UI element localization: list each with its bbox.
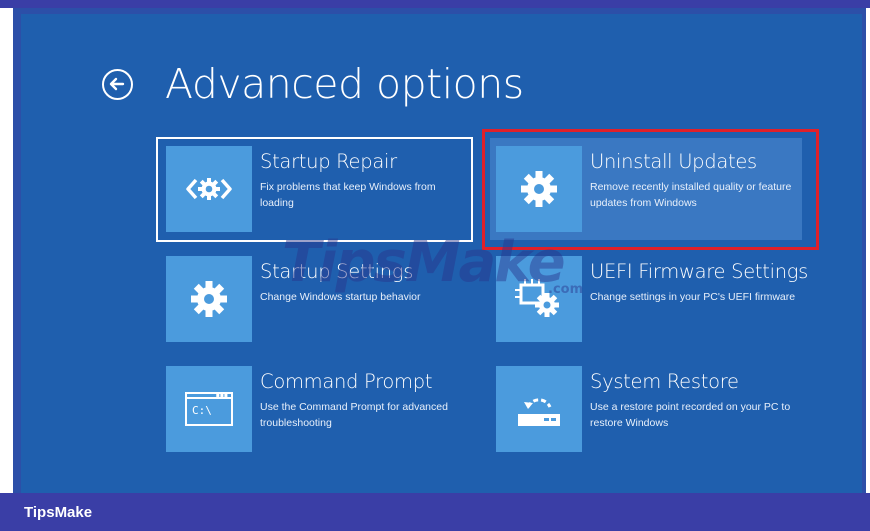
tile-system-restore[interactable]: System Restore Use a restore point recor…: [496, 366, 803, 456]
tile-title: UEFI Firmware Settings: [590, 260, 809, 283]
right-margin: [866, 8, 870, 493]
top-frame-bar: [0, 0, 870, 8]
tile-description: Use a restore point recorded on your PC …: [590, 401, 791, 429]
footer-bar: TipsMake: [0, 493, 870, 531]
tile-description: Use the Command Prompt for advanced trou…: [260, 401, 448, 429]
tile-startup-repair[interactable]: Startup Repair Fix problems that keep Wi…: [166, 146, 473, 236]
tile-description: Fix problems that keep Windows from load…: [260, 181, 436, 209]
tile-description: Change Windows startup behavior: [260, 291, 421, 303]
tile-uefi-firmware-settings[interactable]: UEFI Firmware Settings Change settings i…: [496, 256, 808, 346]
startup-repair-icon: [166, 146, 252, 232]
gear-icon: [166, 256, 252, 342]
tile-title: Startup Settings: [260, 260, 414, 283]
footer-brand: TipsMake: [24, 504, 93, 521]
red-highlight-box: [482, 129, 819, 250]
back-button[interactable]: [102, 69, 133, 100]
tile-title: System Restore: [590, 370, 739, 393]
left-margin: [0, 8, 13, 493]
system-restore-icon: [496, 366, 582, 452]
tile-title: Command Prompt: [260, 370, 433, 393]
back-arrow-icon: [109, 77, 125, 91]
tile-startup-settings[interactable]: Startup Settings Change Windows startup …: [166, 256, 473, 346]
command-prompt-icon: ▪▪▪ C:\: [166, 366, 252, 452]
tile-title: Startup Repair: [260, 150, 397, 173]
command-prompt-text: C:\: [192, 404, 212, 417]
tile-command-prompt[interactable]: ▪▪▪ C:\ Command Prompt Use the Command P…: [166, 366, 473, 456]
page-title: Advanced options: [165, 60, 524, 108]
chip-gear-icon: [496, 256, 582, 342]
tile-description: Change settings in your PC's UEFI firmwa…: [590, 291, 796, 303]
